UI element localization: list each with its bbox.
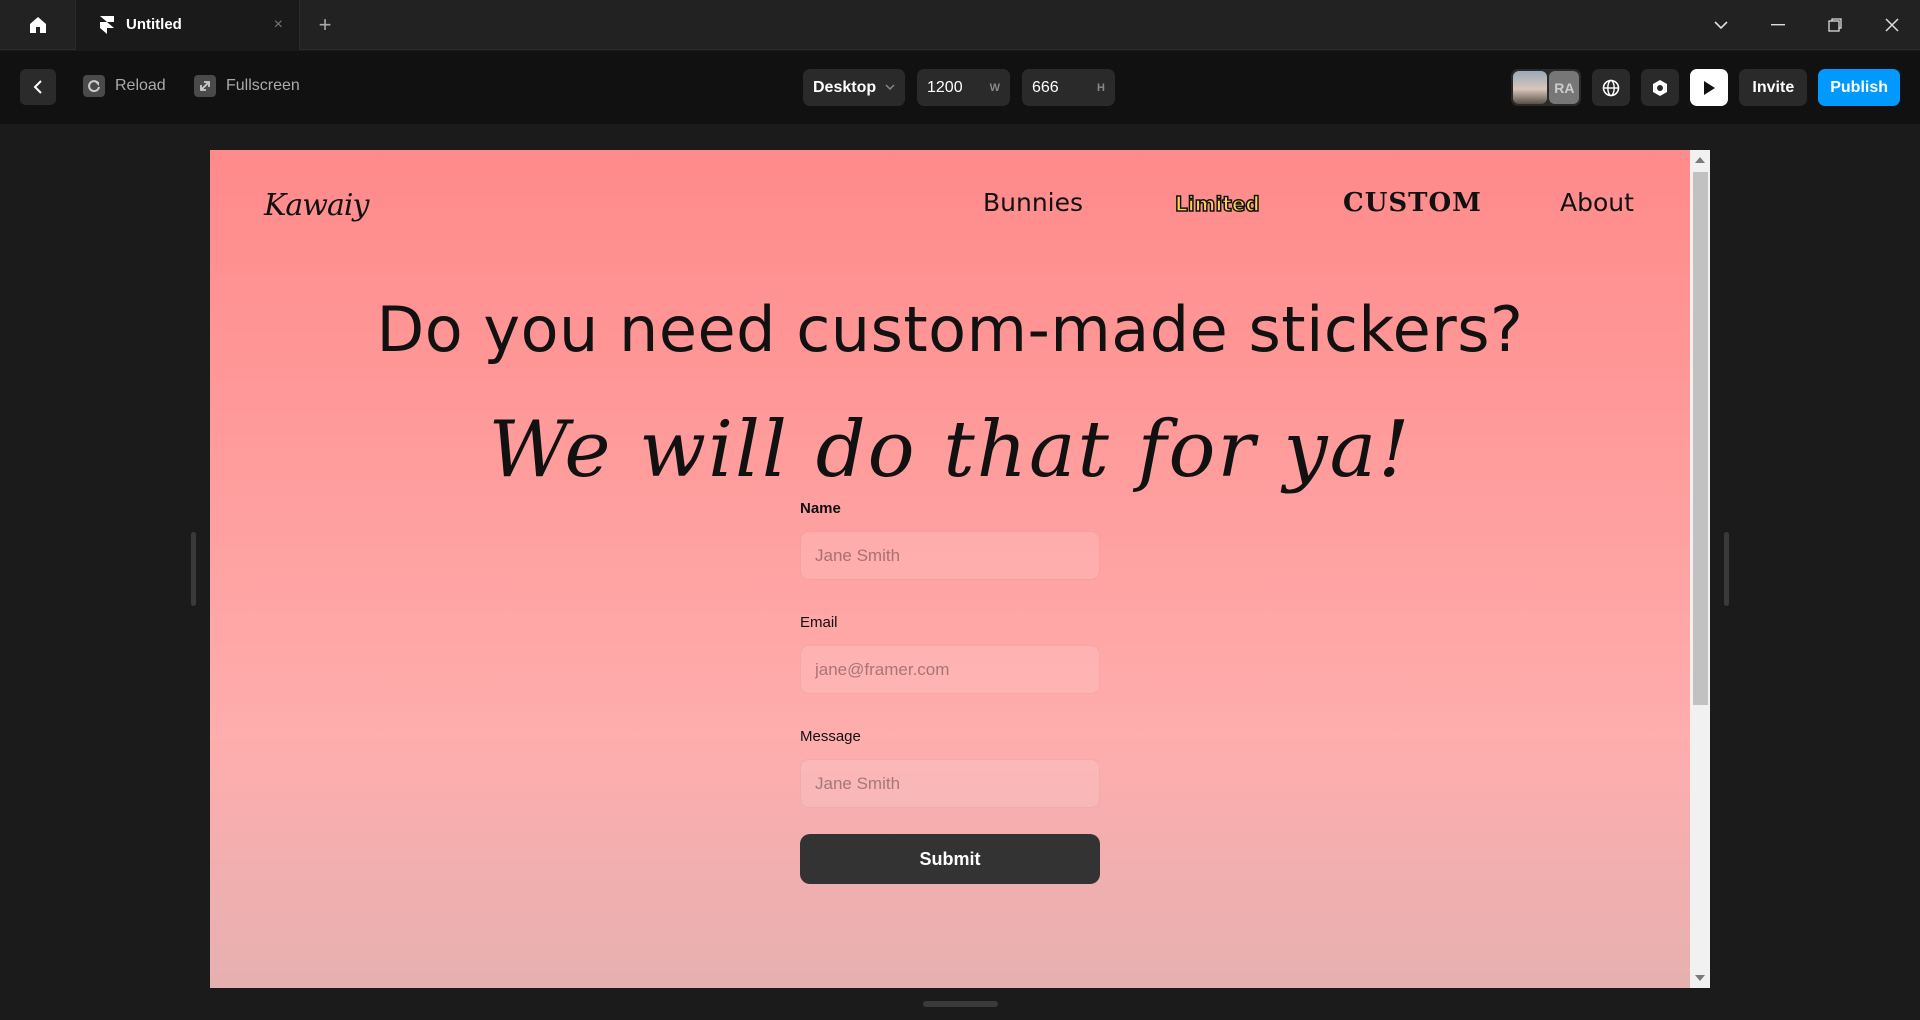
email-label: Email <box>800 614 838 631</box>
reload-label: Reload <box>115 77 166 94</box>
site-logo[interactable]: Kawaiy <box>264 188 369 223</box>
publish-button[interactable]: Publish <box>1818 69 1900 106</box>
right-resize-handle[interactable] <box>1724 532 1729 606</box>
window-controls <box>1692 0 1920 50</box>
play-icon <box>1704 80 1716 95</box>
height-suffix: H <box>1097 81 1105 94</box>
restore-icon[interactable] <box>1806 0 1863 50</box>
chevron-down-icon <box>885 84 895 91</box>
home-icon <box>29 16 46 33</box>
globe-button[interactable] <box>1592 69 1631 106</box>
scroll-thumb[interactable] <box>1693 172 1708 705</box>
preview-toolbar: Reload Fullscreen Desktop 1200 W 666 H R… <box>0 51 1920 124</box>
nav-link-bunnies[interactable]: Bunnies <box>983 188 1083 217</box>
fullscreen-icon <box>194 75 216 97</box>
fullscreen-label: Fullscreen <box>226 77 300 94</box>
width-field[interactable]: 1200 W <box>917 69 1010 106</box>
name-input[interactable] <box>800 531 1100 580</box>
avatar-photo <box>1513 71 1548 104</box>
play-button[interactable] <box>1690 69 1729 106</box>
reload-button[interactable]: Reload <box>83 75 166 97</box>
scroll-down-icon[interactable] <box>1695 975 1705 981</box>
new-tab-button[interactable]: + <box>300 0 350 50</box>
hero-headline: Do you need custom-made stickers? <box>376 293 1524 366</box>
height-value: 666 <box>1032 78 1059 96</box>
tab-title: Untitled <box>126 16 182 33</box>
right-controls: RA Invite Publish <box>1511 69 1900 106</box>
preview-scrollbar[interactable] <box>1690 150 1710 988</box>
invite-button[interactable]: Invite <box>1739 69 1808 106</box>
email-input[interactable] <box>800 645 1100 694</box>
name-label: Name <box>800 500 841 517</box>
device-value: Desktop <box>813 78 877 96</box>
width-value: 1200 <box>927 78 963 96</box>
viewport-controls: Desktop 1200 W 666 H <box>803 69 1115 106</box>
width-suffix: W <box>989 81 1000 94</box>
message-label: Message <box>800 728 861 745</box>
nav-link-custom[interactable]: CUSTOM <box>1343 188 1482 218</box>
minimize-icon[interactable] <box>1749 0 1806 50</box>
contact-form: Name Email Message Submit <box>800 500 1100 884</box>
tabs-dropdown-icon[interactable] <box>1692 0 1749 50</box>
left-resize-handle[interactable] <box>191 532 196 606</box>
height-field[interactable]: 666 H <box>1022 69 1115 106</box>
title-bar: Untitled × + <box>0 0 1920 50</box>
bottom-resize-handle[interactable] <box>923 1001 998 1007</box>
fullscreen-button[interactable]: Fullscreen <box>194 75 300 97</box>
chevron-left-icon <box>33 80 42 94</box>
nav-link-limited[interactable]: Limited <box>1174 191 1260 217</box>
avatar-initials: RA <box>1549 71 1580 104</box>
settings-button[interactable] <box>1641 69 1680 106</box>
message-input[interactable] <box>800 759 1100 808</box>
globe-icon <box>1603 79 1620 96</box>
device-select[interactable]: Desktop <box>803 69 905 106</box>
reload-icon <box>83 75 105 97</box>
nav-link-about[interactable]: About <box>1560 188 1634 217</box>
submit-button[interactable]: Submit <box>800 834 1100 884</box>
tab-untitled[interactable]: Untitled × <box>75 0 300 50</box>
back-button[interactable] <box>20 69 56 105</box>
site-preview: Kawaiy Bunnies Limited CUSTOM About Do y… <box>210 150 1710 988</box>
framer-logo-icon <box>100 15 114 34</box>
collaborator-avatars[interactable]: RA <box>1511 69 1582 106</box>
home-button[interactable] <box>0 0 75 50</box>
hexagon-settings-icon <box>1653 79 1668 96</box>
close-window-icon[interactable] <box>1863 0 1920 50</box>
scroll-up-icon[interactable] <box>1695 157 1705 163</box>
tab-close-icon[interactable]: × <box>274 16 283 34</box>
hero-tagline: We will do that for ya! <box>488 405 1412 495</box>
